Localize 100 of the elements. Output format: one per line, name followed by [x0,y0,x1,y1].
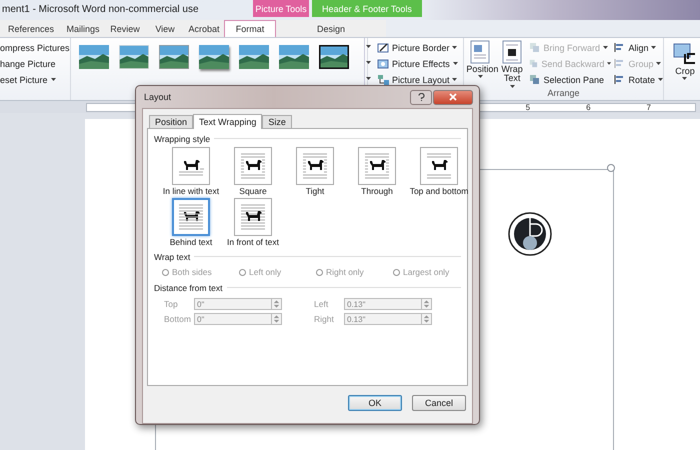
emblem-icon [508,212,552,256]
context-tab-header: Header & Footer Tools [312,0,422,17]
dialog-tab[interactable]: Text Wrapping [193,114,262,129]
caret-icon [452,62,458,65]
ribbon-tab[interactable]: Format [224,20,276,37]
ruler-number: 6 [586,102,591,112]
ribbon-tab[interactable]: Design [276,20,386,37]
dialog-tab[interactable]: Position [149,115,194,128]
help-button[interactable] [410,90,432,104]
option-label: In front of text [227,237,279,247]
ribbon-command[interactable]: Rotate [614,72,663,87]
option-label: Left only [249,267,282,277]
caret-icon [607,62,612,65]
dialog-button[interactable]: OK [348,395,402,411]
wrapping-option[interactable]: In front of text [222,198,284,247]
option-label: Largest only [403,267,450,277]
resize-handle[interactable] [607,164,615,172]
command-label: Picture Effects [392,58,450,68]
caret-icon [366,76,372,80]
ribbon-tab[interactable]: Acrobat [184,20,224,37]
wrapping-option[interactable]: Tight [284,147,346,196]
caret-icon [366,44,372,48]
section-heading: Wrapping style [154,134,210,144]
ribbon-command[interactable]: Picture Layout [376,72,463,87]
dialog-title: Layout [143,92,172,102]
align-icon [614,58,626,69]
section-heading: Distance from text [154,282,222,292]
caret-icon [602,46,608,49]
wrapping-option[interactable]: Through [346,147,408,196]
ruler-number: 5 [526,102,530,112]
command-label: Selection Pane [543,74,604,84]
command-label: Bring Forward [543,42,600,52]
field-label: Top [164,299,179,309]
window-title: ment1 - Microsoft Word non-commercial use [1,3,200,15]
option-label: Both sides [172,267,212,277]
option-label: Top and bottom [410,186,468,196]
command-label: Align [628,42,648,52]
layers-icon [529,58,538,69]
caret-icon [510,84,515,88]
dialog-tab[interactable]: Size [262,115,292,128]
spin-arrows-icon [422,313,432,325]
ribbon-command[interactable]: hange Picture [0,56,70,71]
command-label: Picture Border [392,42,450,52]
wrapping-option[interactable]: Behind text [160,198,222,247]
ribbon-command[interactable]: ompress Pictures [0,40,70,55]
option-label: Tight [306,186,324,196]
caret-icon [478,75,483,78]
command-label: Picture Layout [392,74,450,84]
wrapping-option[interactable]: In line with text [160,147,222,196]
layers-icon [529,42,540,53]
ribbon-tab[interactable]: Mailings [62,20,104,37]
option-label: Square [239,186,267,196]
caret-icon [50,78,56,81]
ribbon-command[interactable]: Wrap Text [498,40,526,88]
ribbon-command[interactable]: Picture Border [376,40,463,55]
wrapping-option[interactable]: Top and bottom [408,147,470,196]
align-icon [614,42,626,53]
dialog-button[interactable]: Cancel [412,395,466,411]
ribbon-command[interactable]: Picture Effects [376,56,463,71]
page-icon [501,40,524,64]
ribbon-tab[interactable]: References [0,20,62,37]
ribbon-tab[interactable]: View [146,20,184,37]
ribbon-command[interactable]: eset Picture [0,72,70,87]
caret-icon [651,46,656,49]
wrapping-option[interactable]: Square [222,147,284,196]
group-label: Arrange [546,88,580,100]
layout-icon [376,74,389,86]
field-label: Right [314,314,335,324]
option-label: Behind text [170,237,212,247]
caret-icon [366,60,372,64]
ribbon-tab[interactable]: Review [104,20,146,37]
ribbon-command[interactable]: Crop [670,42,700,80]
spin-arrows-icon [422,298,432,310]
section-heading: Wrap text [154,252,190,262]
ribbon-command[interactable]: Selection Pane [529,72,612,87]
command-label: Wrap Text [500,65,524,84]
close-button[interactable] [433,90,473,104]
layers-icon [529,74,540,85]
spin-arrows-icon [272,298,282,310]
border-icon [376,42,389,54]
ruler-number: 7 [646,102,651,112]
command-label: Rotate [628,74,655,84]
command-label: Crop [674,67,696,76]
option-label: Through [361,186,393,196]
ribbon-command[interactable]: Align [614,40,663,55]
field-label: Left [314,299,330,309]
align-icon [614,74,626,85]
command-label: Send Backward [541,58,604,68]
effects-icon [376,58,389,70]
caret-icon [452,46,458,49]
caret-icon [682,77,688,80]
caret-icon [452,78,458,81]
context-tab-header: Picture Tools [253,0,309,17]
option-label: Right only [326,267,364,277]
option-label: In line with text [162,186,220,196]
spin-arrows-icon [272,313,282,325]
page-icon [469,40,492,64]
crop-icon [672,42,697,66]
caret-icon [658,78,663,81]
command-label: Group [628,58,654,68]
